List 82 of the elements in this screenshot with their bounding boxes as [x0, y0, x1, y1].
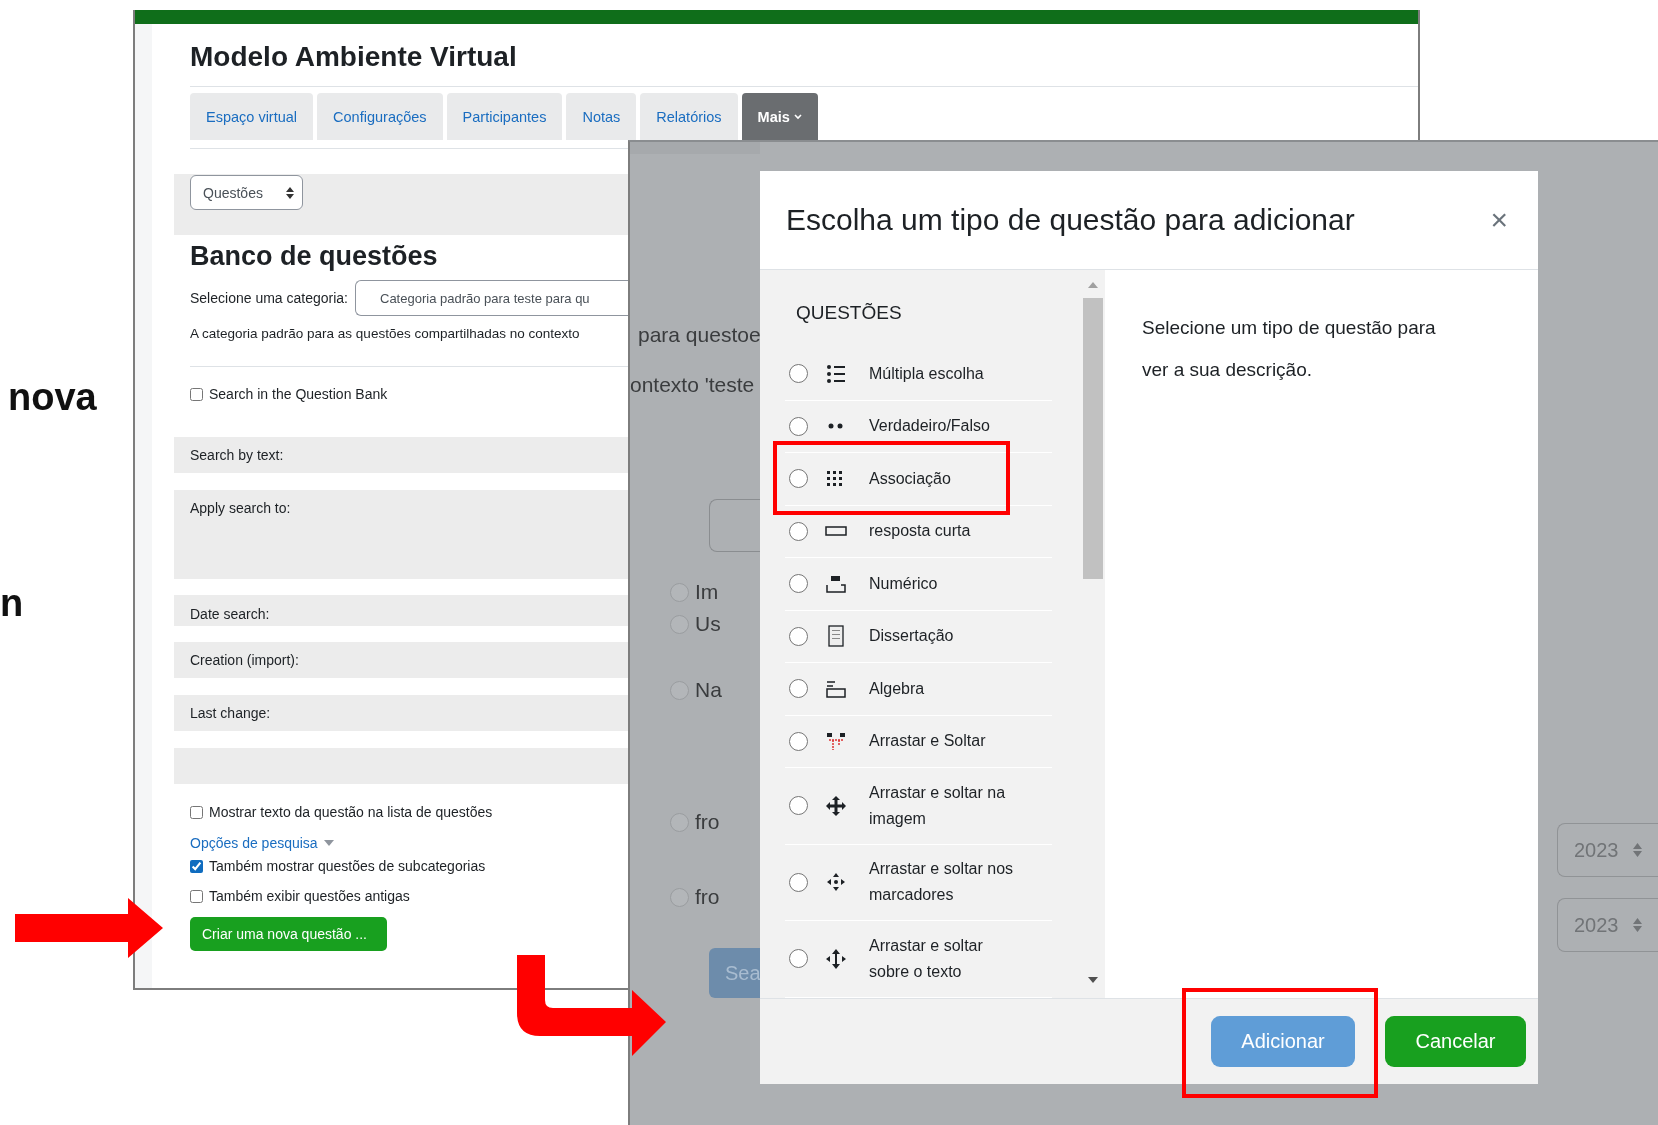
- radio-button[interactable]: [670, 582, 689, 602]
- checkbox-label: Search in the Question Bank: [209, 385, 388, 404]
- radio-label: fro: [695, 885, 720, 909]
- radio-label: Us: [695, 612, 721, 636]
- scroll-down-icon[interactable]: [1088, 977, 1098, 983]
- radio-button[interactable]: [789, 626, 808, 646]
- sort-caret-icon: [286, 186, 294, 199]
- checkbox[interactable]: [190, 805, 203, 819]
- checkbox-label: Mostrar texto da questão na lista de questões: [209, 803, 493, 822]
- filter-label: Last change:: [190, 704, 271, 723]
- page-select[interactable]: Questões: [190, 175, 303, 210]
- question-type-option[interactable]: Múltipla escolha: [785, 348, 1052, 401]
- dimmed-text: para questoe: [638, 322, 760, 348]
- radio-button[interactable]: [789, 521, 808, 541]
- question-type-option[interactable]: Numérico: [785, 558, 1052, 611]
- caret-icon: [793, 113, 802, 120]
- checkbox[interactable]: [190, 387, 203, 401]
- dimmed-text: ontexto 'teste: [630, 372, 756, 398]
- dialog-title: Escolha um tipo de questão para adicionar: [786, 203, 1355, 237]
- radio-button[interactable]: [670, 812, 689, 832]
- nav-tab[interactable]: Relatórios: [640, 93, 738, 140]
- question-type-option[interactable]: Arrastar e soltar nos marcadores: [785, 844, 1052, 921]
- move-arrows-icon: [825, 794, 847, 817]
- site-title: Modelo Ambiente Virtual: [190, 40, 518, 74]
- sort-caret-icon: [1632, 918, 1642, 932]
- section-heading: QUESTÕES: [796, 301, 903, 325]
- radio-button[interactable]: [670, 680, 689, 700]
- radio-button[interactable]: [789, 796, 808, 816]
- radio-button[interactable]: [789, 872, 808, 892]
- search-options-link[interactable]: Opções de pesquisa: [190, 835, 318, 851]
- sort-caret-icon: [1632, 843, 1642, 857]
- category-label: Selecione uma categoria:: [190, 289, 348, 308]
- radio-button[interactable]: [789, 469, 808, 489]
- nav-tab[interactable]: Configurações: [317, 93, 443, 140]
- radio-label: fro: [695, 810, 720, 834]
- radio-button[interactable]: [789, 731, 808, 751]
- two-dots-icon: [828, 423, 843, 430]
- filter-label: Search by text:: [190, 446, 284, 465]
- question-type-option[interactable]: Algebra: [785, 663, 1052, 716]
- nav-tab[interactable]: Participantes: [446, 93, 563, 140]
- caret-icon: [323, 840, 334, 846]
- question-type-option[interactable]: Arrastar e Soltar: [785, 715, 1052, 768]
- radio-button[interactable]: [789, 416, 808, 436]
- question-type-option[interactable]: Arrastar e soltar na imagem: [785, 768, 1052, 845]
- slide-text: n: [0, 581, 24, 625]
- list-icon: [825, 362, 847, 385]
- question-type-option[interactable]: resposta curta: [785, 505, 1052, 558]
- radio-button[interactable]: [789, 574, 808, 594]
- document-icon: [825, 625, 847, 648]
- radio-button[interactable]: [789, 949, 808, 969]
- close-button[interactable]: ×: [1486, 205, 1512, 235]
- nav-tab[interactable]: Mais: [741, 93, 818, 140]
- checkbox[interactable]: [190, 859, 203, 873]
- create-question-button[interactable]: Criar uma nova questão ...: [190, 917, 387, 951]
- cancel-button[interactable]: Cancelar: [1385, 1016, 1526, 1067]
- radio-button[interactable]: [670, 887, 689, 907]
- add-button[interactable]: Adicionar: [1211, 1016, 1355, 1067]
- filter-label: Creation (import):: [190, 651, 299, 670]
- checkbox-label: Também mostrar questões de subcategorias: [209, 857, 486, 876]
- category-select[interactable]: Categoria padrão para teste para qu: [355, 280, 628, 316]
- filter-label: Date search:: [190, 605, 270, 624]
- radio-button[interactable]: [670, 614, 689, 634]
- drag-drop-text-icon: [825, 730, 847, 753]
- question-type-option[interactable]: Arrastar e soltar sobre o texto: [785, 921, 1052, 998]
- question-type-option[interactable]: Verdadeiro/Falso: [785, 400, 1052, 453]
- checkbox[interactable]: [190, 889, 203, 903]
- nav-tab[interactable]: Espaço virtual: [190, 93, 314, 140]
- description-text: Selecione um tipo de questão para ver a sua descrição.: [1141, 316, 1437, 382]
- question-type-option[interactable]: Dissertação: [785, 610, 1052, 663]
- nav-tab[interactable]: Notas: [566, 93, 637, 140]
- scroll-up-icon[interactable]: [1088, 282, 1098, 288]
- page-heading: Banco de questões: [190, 240, 439, 272]
- radio-button[interactable]: [789, 364, 808, 384]
- filter-label: Apply search to:: [190, 499, 291, 518]
- move-arrows-icon: [825, 947, 847, 970]
- category-note: A categoria padrão para as questões compartilhadas no contexto: [190, 325, 581, 343]
- radio-button[interactable]: [789, 679, 808, 699]
- question-type-option[interactable]: Associação: [785, 453, 1052, 506]
- checkbox-label: Também exibir questões antigas: [209, 887, 410, 906]
- radio-label: Im: [695, 580, 719, 604]
- slide-text: nova: [8, 375, 97, 419]
- radio-label: Na: [695, 678, 722, 702]
